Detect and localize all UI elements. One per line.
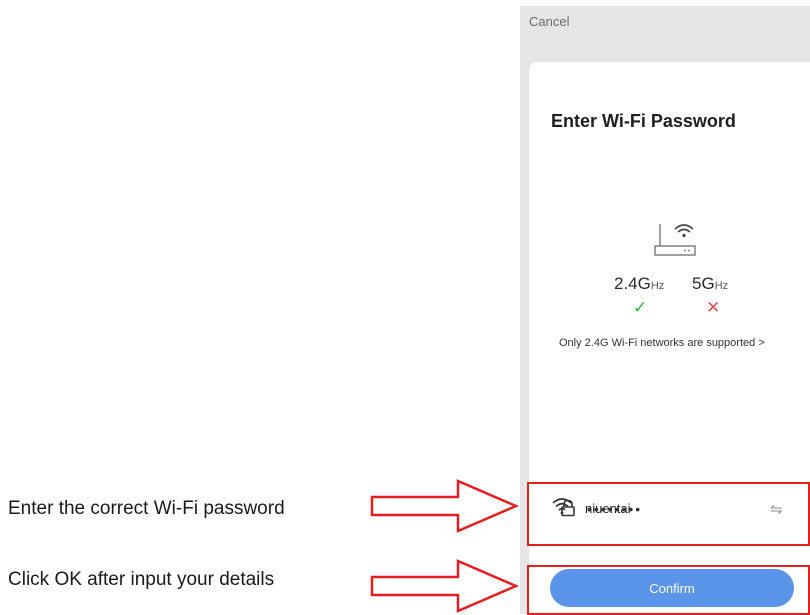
annotation-password-text: Enter the correct Wi-Fi password bbox=[8, 498, 285, 519]
wifi-password-card: Enter Wi-Fi Password 2.4GHz 5GHz ✓ ✕ Onl… bbox=[527, 62, 810, 615]
confirm-highlight-box bbox=[527, 565, 810, 615]
band-freq: 5G bbox=[692, 274, 715, 293]
phone-screen: Cancel Enter Wi-Fi Password 2.4GHz 5GHz … bbox=[520, 6, 810, 615]
band-2-4ghz: 2.4GHz bbox=[614, 274, 664, 294]
cross-icon: ✕ bbox=[706, 298, 721, 317]
page-title: Enter Wi-Fi Password bbox=[551, 111, 736, 131]
wifi-router-icon bbox=[654, 224, 696, 256]
arrow-right-icon bbox=[370, 479, 520, 533]
supported-networks-text: Only 2.4G Wi-Fi networks are supported bbox=[559, 337, 756, 349]
band-unit: Hz bbox=[714, 280, 729, 292]
annotation-confirm-text: Click OK after input your details bbox=[8, 569, 275, 590]
chevron-right-icon: > bbox=[758, 337, 765, 349]
supported-networks-link[interactable]: Only 2.4G Wi-Fi networks are supported > bbox=[559, 337, 765, 349]
check-icon: ✓ bbox=[633, 298, 648, 317]
band-unit: Hz bbox=[650, 280, 665, 292]
cancel-button[interactable]: Cancel bbox=[529, 14, 569, 29]
password-highlight-box bbox=[527, 482, 810, 546]
band-freq: 2.4G bbox=[614, 274, 651, 293]
arrow-right-icon bbox=[370, 559, 520, 613]
band-5ghz: 5GHz bbox=[692, 274, 728, 294]
